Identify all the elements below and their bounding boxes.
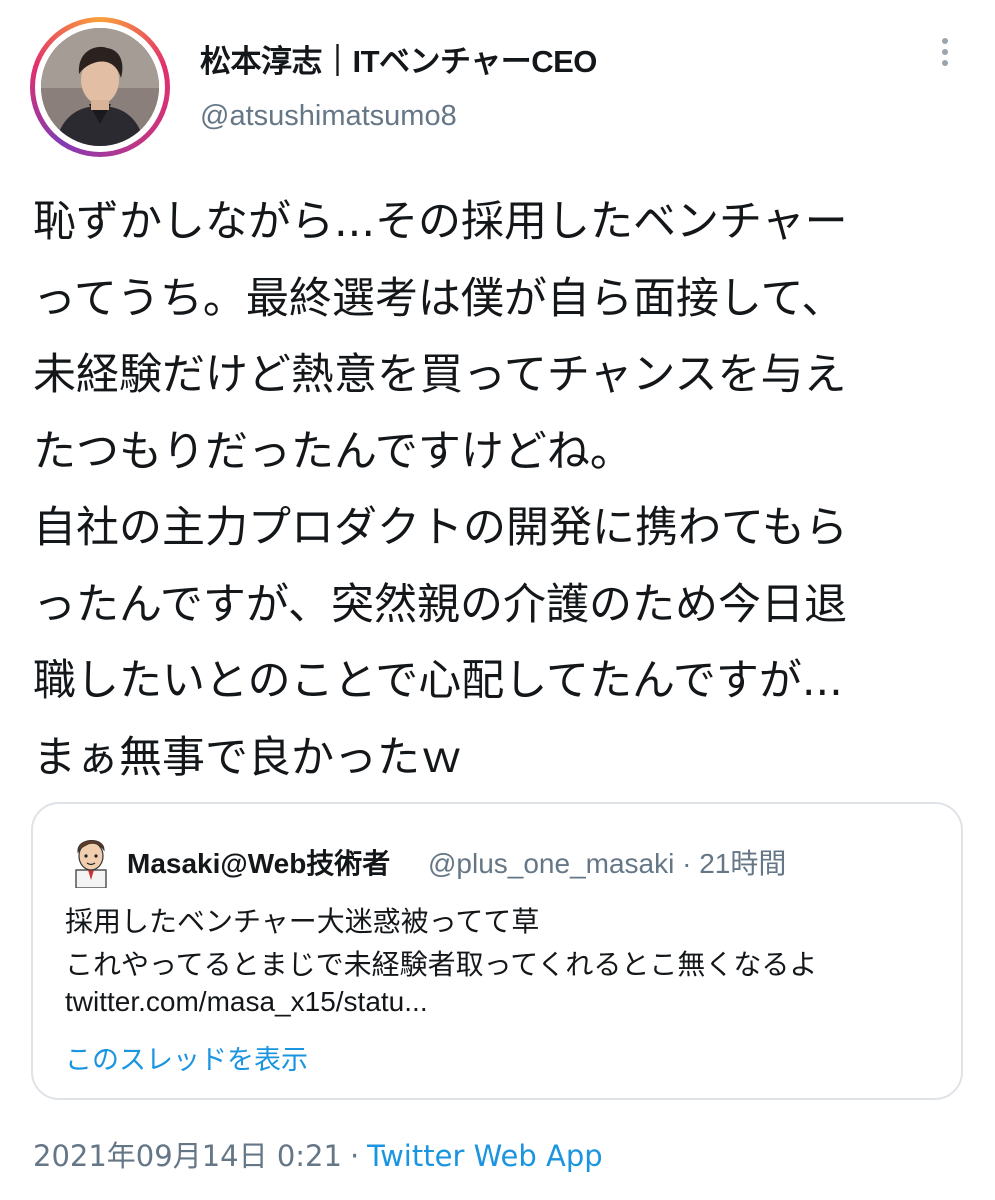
show-thread-link[interactable]: このスレッドを表示 [65,1038,308,1077]
tweet-text-line: 職したいとのことで心配してたんですが... [33,656,843,706]
author-handle[interactable]: @atsushimatsumo8 [200,100,457,133]
tweet-text-line: ったんですが、突然親の介護のため今日退 [33,579,847,630]
profile-photo [41,28,159,146]
quote-text-line: これやってるとまじで未経験者取ってくれるとこ無くなるよ [65,948,818,981]
tweet-detail: 松本淳志｜ITベンチャーCEO @atsushimatsumo8 恥ずかしながら… [0,0,995,1200]
quoted-tweet[interactable]: Masaki@Web技術者 @plus_one_masaki · 21時間 採用… [31,802,963,1100]
author-avatar[interactable] [30,17,170,157]
quote-handle-time: @plus_one_masaki · 21時間 [428,848,787,879]
more-dot [942,60,948,66]
more-dot [942,49,948,55]
tweet-text-line: 自社の主力プロダクトの開発に携わてもら [33,503,848,553]
tweet-source[interactable]: Twitter Web App [367,1139,603,1173]
quote-link[interactable]: twitter.com/masa_x15/statu... [65,986,428,1018]
author-display-name[interactable]: 松本淳志｜ITベンチャーCEO [200,36,597,81]
tweet-text: 恥ずかしながら...その採用したベンチャー ってうち。最終選考は僕が自ら面接して… [33,184,963,796]
tweet-text-line: たつもりだったんですけどね。 [33,426,633,477]
tweet-text-line: 未経験だけど熱意を買ってチャンスを与え [33,350,847,400]
tweet-footer: 2021年09月14日 0:21 · Twitter Web App [33,1133,603,1175]
quote-text: 採用したベンチャー大迷惑被ってて草 これやってるとまじで未経験者取ってくれるとこ… [65,900,945,986]
tweet-timestamp[interactable]: 2021年09月14日 0:21 [33,1139,342,1173]
more-vertical-icon[interactable] [930,38,960,78]
quote-text-line: 採用したベンチャー大迷惑被ってて草 [65,905,540,938]
tweet-text-line: 恥ずかしながら...その採用したベンチャー [33,197,848,247]
quote-display-name[interactable]: Masaki@Web技術者 [127,842,390,882]
cartoon-avatar[interactable] [66,834,116,889]
avatar-frame [35,22,165,152]
tweet-text-line: ってうち。最終選考は僕が自ら面接して、 [33,273,845,324]
tweet-text-line: まぁ無事で良かったｗ [33,732,463,783]
more-dot [942,38,948,44]
footer-separator: · [349,1139,360,1173]
